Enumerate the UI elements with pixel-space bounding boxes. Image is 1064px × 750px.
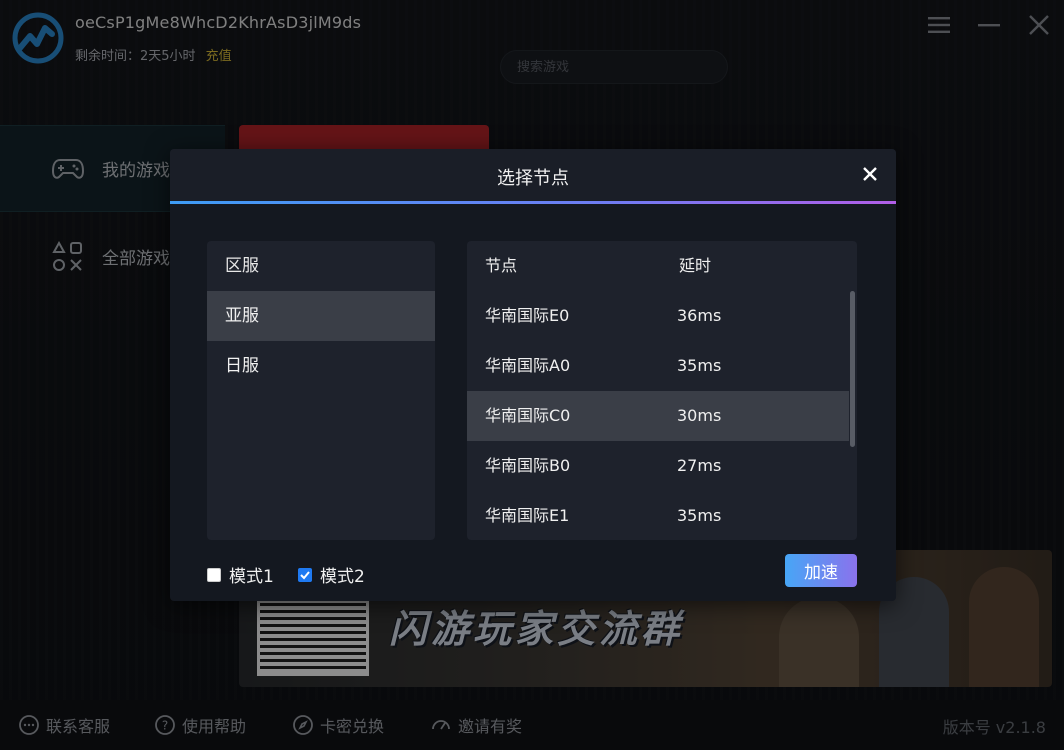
accelerate-button[interactable]: 加速 <box>785 554 857 587</box>
node-list: 节点 延时 华南国际E0 36ms 华南国际A0 35ms 华南国际C0 30m… <box>467 241 857 540</box>
node-row[interactable]: 华南国际E0 36ms <box>467 291 857 341</box>
node-name: 华南国际B0 <box>485 456 571 475</box>
latency-column-header: 延时 <box>679 256 712 275</box>
node-list-scrollbar[interactable] <box>850 291 855 447</box>
node-column-header: 节点 <box>485 256 518 275</box>
dialog-header: 选择节点 <box>170 149 896 201</box>
select-node-dialog: 选择节点 区服 亚服 日服 节点 延时 华南国际E0 36ms 华南国际A0 3… <box>170 149 896 601</box>
node-row[interactable]: 华南国际E1 35ms <box>467 491 857 540</box>
node-name: 华南国际A0 <box>485 356 571 375</box>
region-item-japan[interactable]: 日服 <box>207 341 435 391</box>
node-list-header: 节点 延时 <box>467 241 857 291</box>
mode2-label: 模式2 <box>320 567 365 587</box>
node-name: 华南国际E1 <box>485 506 570 525</box>
region-item-asia[interactable]: 亚服 <box>207 291 435 341</box>
node-row[interactable]: 华南国际A0 35ms <box>467 341 857 391</box>
region-list: 区服 亚服 日服 <box>207 241 435 540</box>
node-latency: 30ms <box>677 406 722 425</box>
close-icon[interactable] <box>860 164 880 184</box>
dialog-title: 选择节点 <box>497 168 569 189</box>
checkbox-checked-icon <box>298 567 312 582</box>
mode1-checkbox[interactable]: 模式1 <box>207 562 274 587</box>
node-name: 华南国际E0 <box>485 306 570 325</box>
node-latency: 27ms <box>677 456 722 475</box>
mode1-label: 模式1 <box>229 567 274 587</box>
region-list-header: 区服 <box>225 256 259 276</box>
node-latency: 35ms <box>677 356 722 375</box>
node-latency: 35ms <box>677 506 722 525</box>
node-row-selected[interactable]: 华南国际C0 30ms <box>467 391 849 441</box>
node-latency: 36ms <box>677 306 722 325</box>
node-row[interactable]: 华南国际B0 27ms <box>467 441 857 491</box>
node-name: 华南国际C0 <box>485 406 571 425</box>
checkbox-unchecked-icon <box>207 567 221 582</box>
mode2-checkbox[interactable]: 模式2 <box>298 562 365 587</box>
dialog-accent-bar <box>170 201 896 204</box>
